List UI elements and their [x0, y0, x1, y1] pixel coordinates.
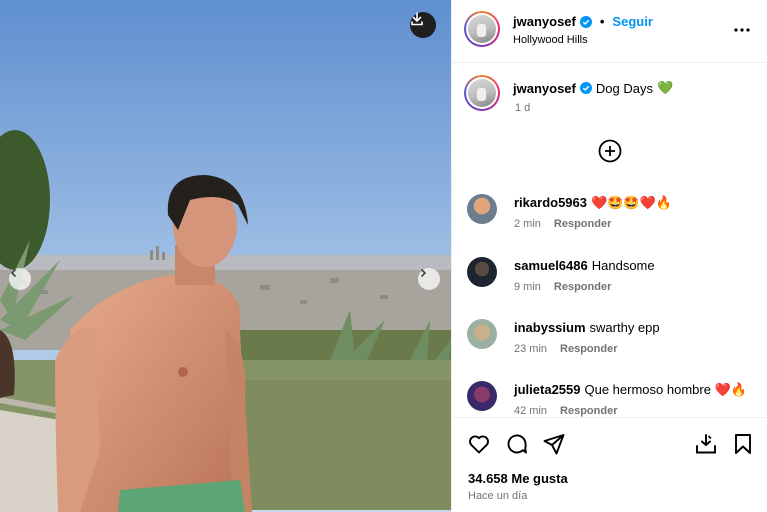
comment-item: samuel6486 Handsome 9 min Responder — [452, 251, 767, 303]
commenter-avatar[interactable] — [467, 319, 497, 349]
caption-time[interactable]: 1 d — [515, 102, 530, 114]
author-line: jwanyosef • Seguir — [513, 14, 653, 29]
author-username[interactable]: jwanyosef — [513, 14, 576, 29]
comment-time[interactable]: 9 min — [514, 281, 541, 293]
location-link[interactable]: Hollywood Hills — [513, 34, 588, 46]
commenter-avatar[interactable] — [467, 257, 497, 287]
commenter-username[interactable]: julieta2559 — [514, 382, 581, 397]
reply-button[interactable]: Responder — [560, 343, 617, 355]
download-button[interactable] — [410, 12, 436, 38]
reply-button[interactable]: Responder — [554, 281, 611, 293]
more-options-icon — [734, 28, 750, 32]
caption-username[interactable]: jwanyosef — [513, 81, 576, 96]
separator-dot: • — [599, 14, 605, 29]
post-photo[interactable] — [0, 0, 451, 512]
heart-icon[interactable] — [467, 432, 491, 456]
verified-badge-icon — [579, 15, 592, 28]
comment-text-line: julieta2559 Que hermoso hombre ❤️🔥 — [514, 382, 747, 398]
post-actions: 34.658 Me gusta Hace un día — [452, 417, 767, 512]
comment-text-line: inabyssium swarthy epp — [514, 320, 660, 335]
post-caption: jwanyosef Dog Days 💚 1 d — [452, 72, 767, 122]
caption-author-avatar[interactable] — [464, 75, 500, 111]
comment-body: ❤️🤩🤩❤️🔥 — [591, 195, 672, 210]
post-date: Hace un día — [468, 490, 528, 502]
chevron-left-icon — [10, 268, 17, 278]
previous-photo-button[interactable] — [9, 268, 31, 290]
comment-text-line: rikardo5963 ❤️🤩🤩❤️🔥 — [514, 195, 672, 211]
comment-item: rikardo5963 ❤️🤩🤩❤️🔥 2 min Responder — [452, 188, 767, 240]
comment-icon[interactable] — [505, 432, 529, 456]
bookmark-icon[interactable] — [731, 432, 755, 456]
commenter-avatar[interactable] — [467, 194, 497, 224]
share-icon[interactable] — [542, 432, 566, 456]
next-photo-button[interactable] — [418, 268, 440, 290]
download-icon — [411, 12, 423, 26]
comment-text-line: samuel6486 Handsome — [514, 258, 655, 273]
comment-body: swarthy epp — [589, 320, 660, 335]
commenter-username[interactable]: samuel6486 — [514, 258, 588, 273]
commenter-username[interactable]: rikardo5963 — [514, 195, 587, 210]
caption-text: Dog Days — [595, 80, 653, 96]
chevron-right-icon — [420, 268, 427, 278]
reply-button[interactable]: Responder — [560, 405, 617, 417]
post-side-panel: jwanyosef • Seguir Hollywood Hills jwany… — [451, 0, 767, 512]
download-tray-icon[interactable] — [694, 432, 718, 456]
post-header: jwanyosef • Seguir Hollywood Hills — [452, 0, 767, 63]
comment-body: Que hermoso hombre ❤️🔥 — [584, 382, 747, 397]
comment-meta: 42 min Responder — [514, 405, 618, 417]
comment-item: inabyssium swarthy epp 23 min Responder — [452, 313, 767, 365]
comment-meta: 9 min Responder — [514, 281, 611, 293]
reply-button[interactable]: Responder — [554, 218, 611, 230]
caption-line: jwanyosef Dog Days 💚 — [513, 80, 673, 96]
instagram-post-view: jwanyosef • Seguir Hollywood Hills jwany… — [0, 0, 767, 512]
plus-circle-icon[interactable] — [598, 139, 622, 163]
caption-emoji: 💚 — [656, 80, 674, 95]
comment-time[interactable]: 23 min — [514, 343, 547, 355]
comment-time[interactable]: 2 min — [514, 218, 541, 230]
comment-body: Handsome — [591, 258, 655, 273]
photo-illustration — [0, 0, 451, 512]
verified-badge-icon — [579, 82, 592, 94]
commenter-username[interactable]: inabyssium — [514, 320, 586, 335]
like-count[interactable]: 34.658 Me gusta — [468, 471, 568, 486]
comment-meta: 2 min Responder — [514, 218, 611, 230]
comment-meta: 23 min Responder — [514, 343, 618, 355]
follow-button[interactable]: Seguir — [612, 14, 652, 29]
author-avatar[interactable] — [464, 11, 500, 47]
more-options-button[interactable] — [733, 22, 751, 38]
commenter-avatar[interactable] — [467, 381, 497, 411]
comment-time[interactable]: 42 min — [514, 405, 547, 417]
